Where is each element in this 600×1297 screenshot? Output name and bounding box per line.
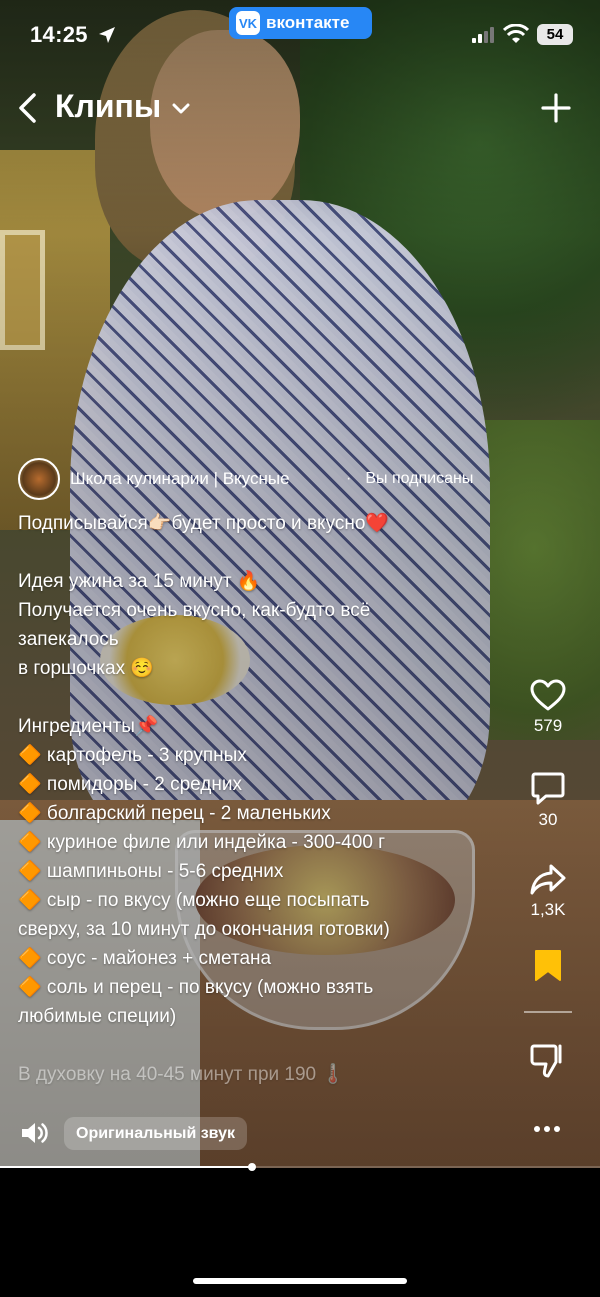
description-line: любимые специи) bbox=[18, 1006, 177, 1027]
description-line: Подписывайся👉🏻будет просто и вкусно❤️ bbox=[18, 513, 390, 534]
progress-knob[interactable] bbox=[248, 1163, 256, 1171]
back-chevron-icon[interactable] bbox=[14, 92, 42, 124]
shares-count: 1,3K bbox=[530, 900, 566, 919]
comment-icon bbox=[531, 772, 565, 805]
description-blank-line bbox=[18, 683, 488, 712]
vk-badge-label: вконтакте bbox=[266, 13, 350, 32]
description-line: В духовку на 40-45 минут при 190 🌡️ bbox=[18, 1064, 346, 1085]
vk-return-badge[interactable]: VK вконтакте bbox=[229, 7, 372, 39]
heart-icon bbox=[530, 679, 566, 711]
page-title[interactable]: Клипы bbox=[55, 88, 161, 125]
description-line: 🔶 соус - майонез + сметана bbox=[18, 948, 272, 969]
location-arrow-icon bbox=[99, 27, 115, 43]
clip-description[interactable]: Подписывайся👉🏻будет просто и вкусно❤️ Иде… bbox=[18, 509, 488, 1089]
description-blank-line bbox=[18, 538, 488, 567]
progress-fill bbox=[0, 1166, 252, 1168]
description-line: 🔶 помидоры - 2 средних bbox=[18, 774, 242, 795]
bookmark-button[interactable] bbox=[524, 948, 572, 982]
comments-count: 30 bbox=[538, 810, 558, 829]
author-row[interactable]: Школа кулинарии | Вкусные · Вы подписаны bbox=[18, 458, 473, 500]
vk-logo-icon: VK bbox=[236, 11, 260, 35]
subscription-status[interactable]: Вы подписаны bbox=[365, 470, 473, 488]
avatar[interactable] bbox=[18, 458, 60, 500]
description-line: Ингредиенты📌 bbox=[18, 716, 159, 737]
video-progress-bar[interactable] bbox=[0, 1163, 600, 1171]
likes-count: 579 bbox=[533, 716, 563, 735]
author-name[interactable]: Школа кулинарии | Вкусные bbox=[70, 469, 332, 489]
like-button[interactable]: 579 bbox=[524, 678, 572, 736]
share-button[interactable]: 1,3K bbox=[524, 862, 572, 920]
description-line: Получается очень вкусно, как-будто всё bbox=[18, 600, 371, 621]
separator-dot: · bbox=[346, 470, 352, 487]
description-line: 🔶 болгарский перец - 2 маленьких bbox=[18, 803, 331, 824]
battery-indicator: 54 bbox=[537, 24, 573, 45]
description-line: 🔶 картофель - 3 крупных bbox=[18, 745, 247, 766]
description-line: 🔶 сыр - по вкусу (можно еще посыпать bbox=[18, 890, 370, 911]
cellular-signal-icon bbox=[472, 27, 494, 43]
dislike-icon[interactable] bbox=[528, 1040, 568, 1080]
description-line: сверху, за 10 минут до окончания готовки… bbox=[18, 919, 390, 940]
share-arrow-icon bbox=[530, 864, 566, 895]
description-line: 🔶 шампиньоны - 5-6 средних bbox=[18, 861, 284, 882]
description-line: 🔶 куриное филе или индейка - 300-400 г bbox=[18, 832, 386, 853]
description-line: в горшочках ☺️ bbox=[18, 658, 155, 679]
description-line: 🔶 соль и перец - по вкусу (можно взять bbox=[18, 977, 374, 998]
description-blank-line bbox=[18, 1031, 488, 1060]
comments-button[interactable]: 30 bbox=[524, 770, 572, 830]
more-options-icon[interactable] bbox=[532, 1121, 562, 1137]
chevron-down-icon[interactable] bbox=[172, 103, 190, 115]
status-time: 14:25 bbox=[30, 22, 88, 47]
bookmark-icon bbox=[535, 950, 561, 981]
speaker-icon[interactable] bbox=[20, 1120, 48, 1146]
description-line: Идея ужина за 15 минут 🔥 bbox=[18, 571, 261, 592]
wifi-icon bbox=[503, 24, 529, 43]
description-line: запекалось bbox=[18, 629, 119, 650]
actions-divider bbox=[524, 1011, 572, 1013]
original-sound-button[interactable]: Оригинальный звук bbox=[64, 1117, 248, 1150]
home-indicator[interactable] bbox=[193, 1278, 407, 1284]
status-bar: 14:25 VK вконтакте 54 bbox=[0, 0, 600, 70]
add-clip-icon[interactable] bbox=[541, 93, 571, 123]
